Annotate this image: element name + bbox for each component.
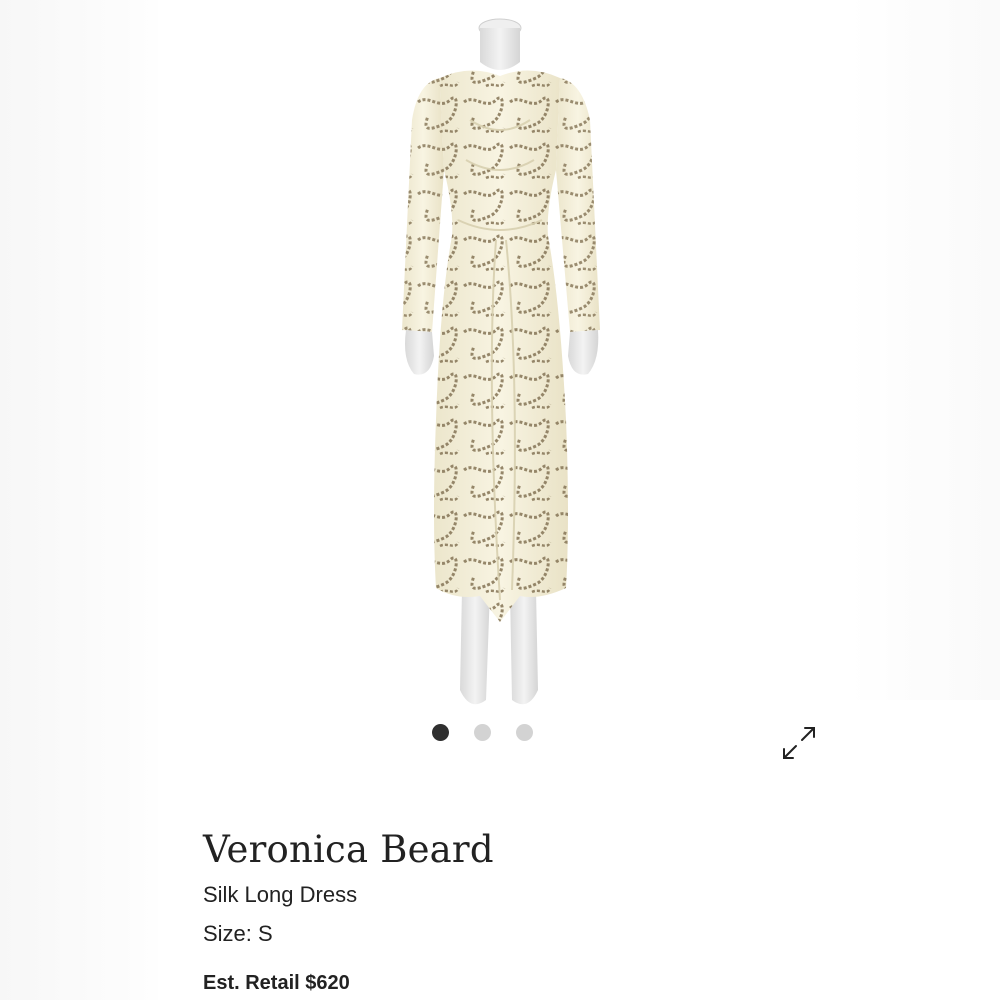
mannequin-left-leg: [460, 590, 490, 705]
mannequin-right-leg: [510, 590, 538, 705]
product-image[interactable]: [300, 0, 700, 715]
product-size: Size: S: [203, 921, 273, 947]
right-backdrop: [850, 0, 1000, 700]
retail-price: $620: [305, 972, 350, 994]
carousel-dot-2[interactable]: [474, 724, 491, 741]
product-page: Veronica Beard Silk Long Dress Size: S E…: [0, 0, 1000, 1000]
left-backdrop: [0, 0, 158, 1000]
retail-label: Est. Retail: [203, 972, 300, 994]
expand-image-button[interactable]: [780, 724, 818, 762]
product-brand: Veronica Beard: [203, 828, 494, 871]
mannequin-right-hand: [568, 330, 599, 375]
image-carousel-dots: [432, 724, 533, 741]
size-value: S: [258, 921, 273, 946]
expand-arrows-icon: [783, 727, 815, 759]
size-label: Size:: [203, 921, 252, 946]
product-name: Silk Long Dress: [203, 882, 358, 907]
carousel-dot-3[interactable]: [516, 724, 533, 741]
mannequin-neck: [480, 28, 520, 70]
estimated-retail: Est. Retail $620: [203, 972, 350, 995]
carousel-dot-1[interactable]: [432, 724, 449, 741]
mannequin-left-hand: [405, 330, 434, 375]
